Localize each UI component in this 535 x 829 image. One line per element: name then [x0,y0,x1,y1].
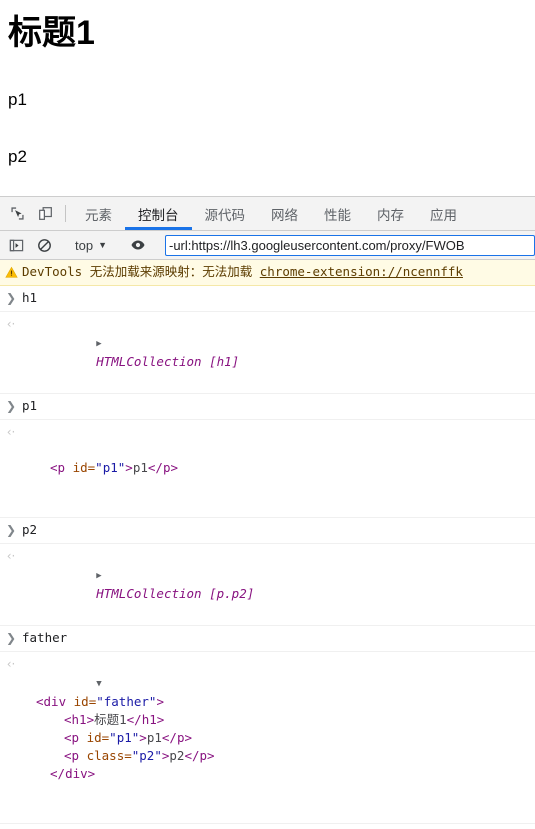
tab-label: 内存 [377,207,404,223]
tab-performance[interactable]: 性能 [311,197,364,230]
expand-triangle-icon[interactable]: ▶ [96,335,106,353]
page-heading: 标题1 [8,14,95,52]
input-chevron-icon: ❯ [5,399,17,413]
page-viewport: 标题1 p1 p2 [0,0,535,196]
tab-elements[interactable]: 元素 [72,197,125,230]
tab-label: 源代码 [204,207,246,223]
dom-node-markup[interactable]: <p id="p1">p1</p> [50,459,529,477]
console-output-row[interactable]: ‹· ▼ <div id="father"> <h1>标题1</h1> <p id="… [0,652,535,824]
console-expression: h1 [22,290,38,305]
console-input-row[interactable]: ❯ p2 [0,518,535,544]
warning-triangle-icon [0,266,22,279]
page-paragraph-p2: p2 [8,147,27,167]
console-output-row[interactable]: ‹· ▶ HTMLCollection [h1] [0,312,535,394]
console-expression: p1 [22,398,38,413]
input-chevron-icon: ❯ [5,523,17,537]
tab-label: 网络 [271,207,298,223]
devtools-tabstrip: 元素 控制台 源代码 网络 性能 内存 应用 [0,197,535,231]
object-preview: HTMLCollection [p.p2] [96,586,255,601]
collapse-triangle-icon[interactable]: ▼ [96,675,106,693]
output-arrow-icon: ‹· [6,317,16,331]
inspect-element-icon[interactable] [3,197,31,230]
device-toolbar-icon[interactable] [31,197,59,230]
console-expression: father [22,630,68,645]
warning-source-link[interactable]: chrome-extension://ncennffk [260,264,463,279]
console-input-row[interactable]: ❯ h1 [0,286,535,312]
toolbar-divider [65,205,66,222]
devtools-panel: 元素 控制台 源代码 网络 性能 内存 应用 top ▼ -url:https:… [0,196,535,829]
console-output-row[interactable]: ‹· <p id="p1">p1</p> [0,420,535,518]
page-paragraph-p1: p1 [8,90,27,110]
object-preview: HTMLCollection [h1] [96,354,240,369]
expand-triangle-icon[interactable]: ▶ [96,567,106,585]
tab-label: 应用 [430,207,457,223]
output-arrow-icon: ‹· [6,425,16,439]
warning-message-text: DevTools 无法加载来源映射：无法加载 [22,264,253,279]
tab-label: 控制台 [138,207,179,223]
tab-memory[interactable]: 内存 [364,197,417,230]
output-arrow-icon: ‹· [6,657,16,671]
dom-subtree-markup[interactable]: <div id="father"> <h1>标题1</h1> <p id="p1">… [36,693,529,783]
tab-application[interactable]: 应用 [417,197,470,230]
console-expression: p2 [22,522,38,537]
tab-label: 元素 [85,207,112,223]
console-filter-input[interactable] [166,237,534,253]
chevron-down-icon: ▼ [98,240,107,250]
console-input-row[interactable]: ❯ father [0,626,535,652]
console-warning-row[interactable]: DevTools 无法加载来源映射：无法加载 chrome-extension:… [0,260,535,286]
console-sidebar-icon[interactable] [2,238,30,253]
tab-network[interactable]: 网络 [258,197,311,230]
execution-context-select[interactable]: top ▼ [71,238,111,253]
execution-context-label: top [75,237,94,253]
console-output-row[interactable]: ‹· ▶ HTMLCollection [p.p2] [0,544,535,626]
tab-console[interactable]: 控制台 [125,197,192,230]
console-input-row[interactable]: ❯ child [0,824,535,829]
live-expression-eye-icon[interactable] [124,237,152,253]
console-filter-field[interactable] [165,234,535,256]
console-message-list[interactable]: DevTools 无法加载来源映射：无法加载 chrome-extension:… [0,260,535,829]
console-input-row[interactable]: ❯ p1 [0,394,535,420]
clear-console-icon[interactable] [30,238,58,253]
tab-sources[interactable]: 源代码 [192,197,259,230]
input-chevron-icon: ❯ [5,631,17,645]
console-toolbar: top ▼ [0,231,535,260]
tab-label: 性能 [324,207,351,223]
input-chevron-icon: ❯ [5,291,17,305]
output-arrow-icon: ‹· [6,549,16,563]
